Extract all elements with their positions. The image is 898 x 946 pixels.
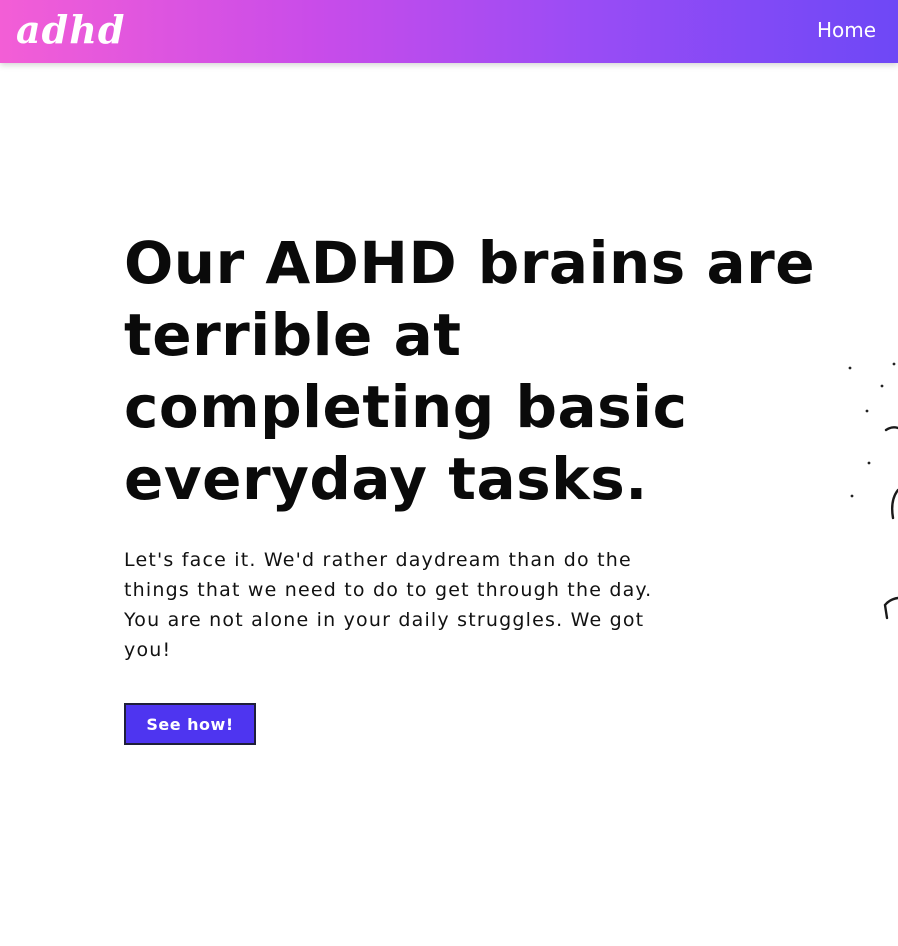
- doodle-stroke: [883, 596, 898, 620]
- doodle-dot: [850, 494, 854, 498]
- doodle-dot: [867, 461, 871, 465]
- doodle-illustration-icon: [848, 362, 898, 620]
- see-how-button[interactable]: See how!: [124, 703, 256, 745]
- doodle-stroke: [890, 488, 898, 520]
- nav-link-home[interactable]: Home: [817, 17, 876, 43]
- doodle-stroke: [884, 426, 898, 432]
- doodle-dot: [865, 409, 869, 413]
- doodle-dot: [880, 384, 884, 388]
- brand-logo[interactable]: adhd: [16, 6, 125, 54]
- top-navbar: adhd Home: [0, 0, 898, 63]
- hero-title: Our ADHD brains are terrible at completi…: [124, 229, 816, 513]
- page: adhd Home Our ADHD brains are terrible a…: [0, 0, 898, 946]
- doodle-dot: [848, 366, 852, 370]
- doodle-dot: [892, 362, 896, 366]
- hero-description: Let's face it. We'd rather daydream than…: [124, 549, 653, 661]
